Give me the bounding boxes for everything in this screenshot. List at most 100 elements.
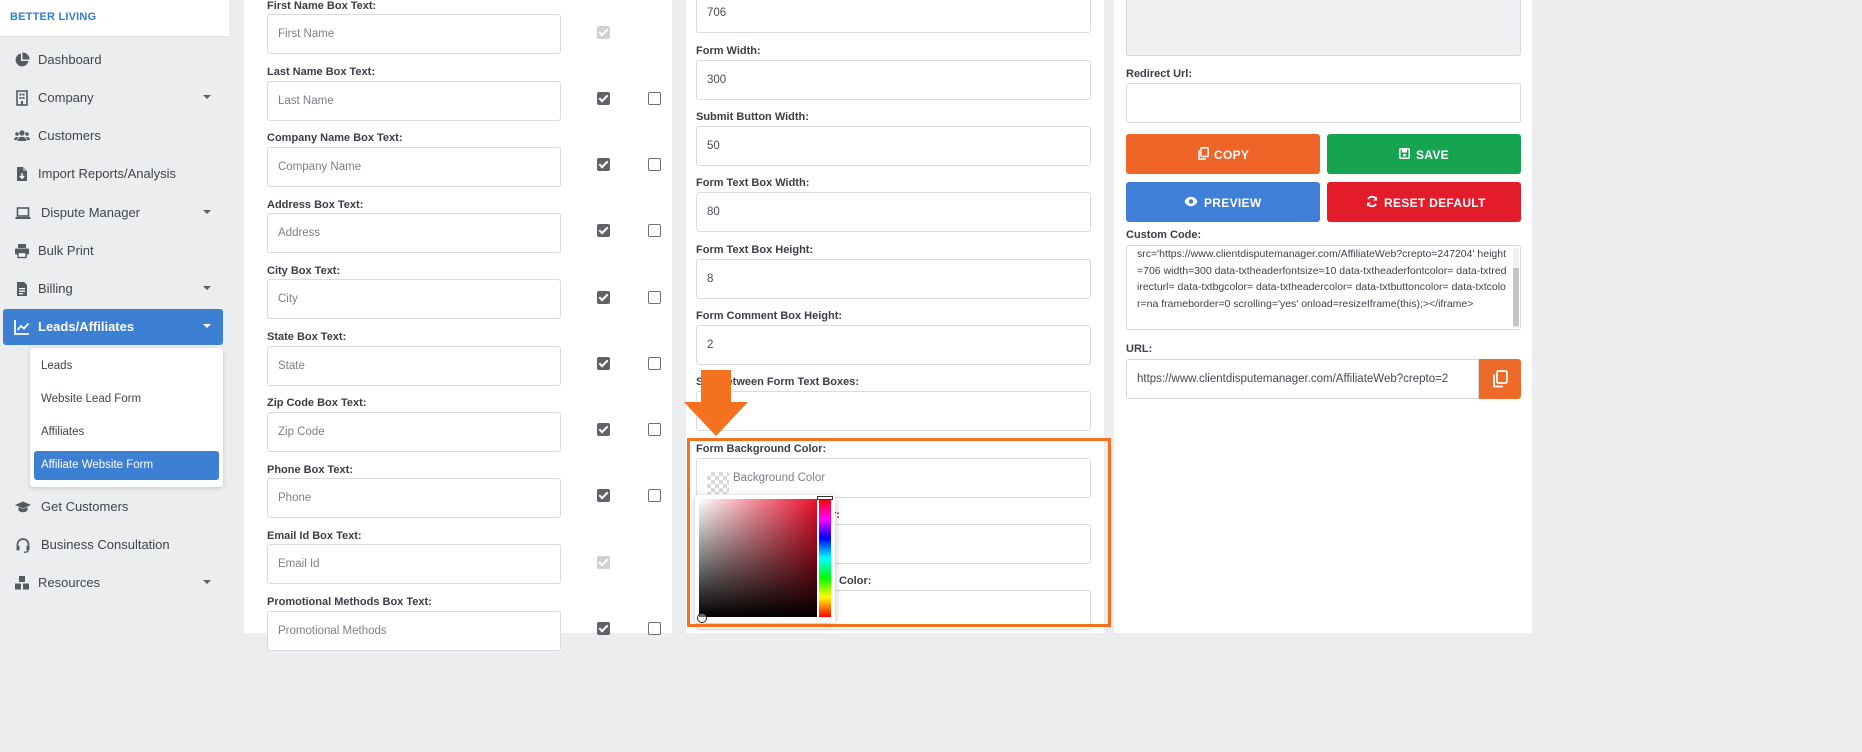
address-show-checkbox[interactable] xyxy=(597,224,610,237)
submenu-affiliate-website-form[interactable]: Affiliate Website Form xyxy=(34,451,219,480)
nav-dashboard[interactable]: Dashboard xyxy=(3,42,223,78)
last-name-text-input[interactable]: Last Name xyxy=(267,81,561,121)
field-label: Company Name Box Text: xyxy=(267,132,403,144)
form-text-box-height-input[interactable]: 8 xyxy=(696,259,1091,299)
input-placeholder: Zip Code xyxy=(278,426,325,438)
field-label: Zip Code Box Text: xyxy=(267,397,367,409)
field-label: Email Id Box Text: xyxy=(267,530,362,542)
zip-code-show-checkbox[interactable] xyxy=(597,423,610,436)
form-height-input[interactable]: 706 xyxy=(696,0,1091,33)
phone-show-checkbox[interactable] xyxy=(597,489,610,502)
space-between-text-boxes-input[interactable] xyxy=(696,391,1091,431)
first-name-text-input[interactable]: First Name xyxy=(267,14,561,54)
graduation-cap-icon xyxy=(15,501,31,513)
nav-label: Resources xyxy=(38,575,101,590)
printer-icon xyxy=(15,244,29,259)
submit-button-width-input[interactable]: 50 xyxy=(696,126,1091,166)
users-icon xyxy=(14,130,30,141)
submenu-website-lead-form[interactable]: Website Lead Form xyxy=(34,385,219,414)
field-label: Address Box Text: xyxy=(267,199,364,211)
input-value: 300 xyxy=(707,74,727,86)
sidebar: BETTER LIVING Dashboard Company Customer… xyxy=(0,0,229,633)
address-text-input[interactable]: Address xyxy=(267,213,561,253)
city-text-input[interactable]: City xyxy=(267,279,561,319)
nav-get-customers[interactable]: Get Customers xyxy=(3,489,223,525)
setting-label: Form Comment Box Height: xyxy=(696,310,843,322)
address-required-checkbox[interactable] xyxy=(648,224,661,237)
promotional-methods-show-checkbox[interactable] xyxy=(597,622,610,635)
city-required-checkbox[interactable] xyxy=(648,291,661,304)
submenu-label: Affiliates xyxy=(41,426,85,438)
form-width-input[interactable]: 300 xyxy=(696,60,1091,100)
chevron-down-icon xyxy=(203,324,211,328)
building-icon xyxy=(16,90,28,106)
headset-icon xyxy=(16,538,30,553)
redirect-url-input[interactable] xyxy=(1126,83,1521,123)
nav-label: Company xyxy=(38,90,94,105)
company-name-required-checkbox[interactable] xyxy=(648,158,661,171)
input-placeholder: Last Name xyxy=(278,95,334,107)
annotation-arrow-down-icon xyxy=(684,370,748,436)
nav-bulk-print[interactable]: Bulk Print xyxy=(3,233,223,269)
field-label: Last Name Box Text: xyxy=(267,66,375,78)
first-name-checkbox xyxy=(597,26,610,39)
copy-icon xyxy=(1198,147,1209,160)
copy-button[interactable]: COPY xyxy=(1126,134,1320,174)
state-text-input[interactable]: State xyxy=(267,346,561,386)
annotation-highlight-box xyxy=(687,438,1111,627)
url-text: https://www.clientdisputemanager.com/Aff… xyxy=(1137,373,1449,385)
nav-company[interactable]: Company xyxy=(3,80,223,116)
nav-customers[interactable]: Customers xyxy=(3,118,223,154)
chevron-down-icon xyxy=(203,210,211,214)
submenu-leads[interactable]: Leads xyxy=(34,352,219,381)
header-text-area[interactable] xyxy=(1126,0,1521,56)
last-name-required-checkbox[interactable] xyxy=(648,92,661,105)
nav-resources[interactable]: Resources xyxy=(3,565,223,601)
floppy-disk-icon xyxy=(1399,148,1410,159)
form-text-box-width-input[interactable]: 80 xyxy=(696,192,1091,232)
submenu-affiliates[interactable]: Affiliates xyxy=(34,418,219,447)
field-label: First Name Box Text: xyxy=(267,0,377,12)
email-id-text-input[interactable]: Email Id xyxy=(267,544,561,584)
zip-code-text-input[interactable]: Zip Code xyxy=(267,412,561,452)
pie-chart-icon xyxy=(15,52,30,67)
custom-code-textarea[interactable]: src='https://www.clientdisputemanager.co… xyxy=(1126,245,1521,330)
zip-code-required-checkbox[interactable] xyxy=(648,423,661,436)
nav-label: Bulk Print xyxy=(38,243,94,258)
preview-button[interactable]: PREVIEW xyxy=(1126,182,1320,222)
copy-url-button[interactable] xyxy=(1479,359,1521,399)
nav-label: Get Customers xyxy=(41,499,129,514)
last-name-show-checkbox[interactable] xyxy=(597,92,610,105)
company-name-text-input[interactable]: Company Name xyxy=(267,147,561,187)
phone-text-input[interactable]: Phone xyxy=(267,478,561,518)
code-scrollbar-thumb[interactable] xyxy=(1513,268,1519,326)
promotional-methods-text-input[interactable]: Promotional Methods xyxy=(267,611,561,651)
file-import-icon xyxy=(17,167,27,181)
button-label: PREVIEW xyxy=(1204,196,1262,210)
copy-icon xyxy=(1493,370,1508,388)
state-show-checkbox[interactable] xyxy=(597,357,610,370)
refresh-icon xyxy=(1366,195,1378,208)
nav-billing[interactable]: Billing xyxy=(3,271,223,307)
nav-dispute-manager[interactable]: Dispute Manager xyxy=(3,195,223,231)
url-input[interactable]: https://www.clientdisputemanager.com/Aff… xyxy=(1126,359,1479,399)
brand-name: BETTER LIVING xyxy=(10,11,97,23)
input-placeholder: Company Name xyxy=(278,161,362,173)
boxes-icon xyxy=(15,576,29,590)
phone-required-checkbox[interactable] xyxy=(648,489,661,502)
promotional-methods-required-checkbox[interactable] xyxy=(648,622,661,635)
form-comment-box-height-input[interactable]: 2 xyxy=(696,325,1091,365)
reset-default-button[interactable]: RESET DEFAULT xyxy=(1327,182,1521,222)
state-required-checkbox[interactable] xyxy=(648,357,661,370)
field-label: Promotional Methods Box Text: xyxy=(267,596,432,608)
setting-label: Form Text Box Width: xyxy=(696,177,810,189)
city-show-checkbox[interactable] xyxy=(597,291,610,304)
redirect-url-label: Redirect Url: xyxy=(1126,68,1193,80)
nav-import-reports[interactable]: Import Reports/Analysis xyxy=(3,156,223,192)
nav-business-consultation[interactable]: Business Consultation xyxy=(3,527,223,563)
save-button[interactable]: SAVE xyxy=(1327,134,1521,174)
nav-leads-affiliates[interactable]: Leads/Affiliates xyxy=(3,309,223,345)
brand-logo[interactable]: BETTER LIVING xyxy=(0,0,229,37)
company-name-show-checkbox[interactable] xyxy=(597,158,610,171)
setting-label: Form Text Box Height: xyxy=(696,244,814,256)
